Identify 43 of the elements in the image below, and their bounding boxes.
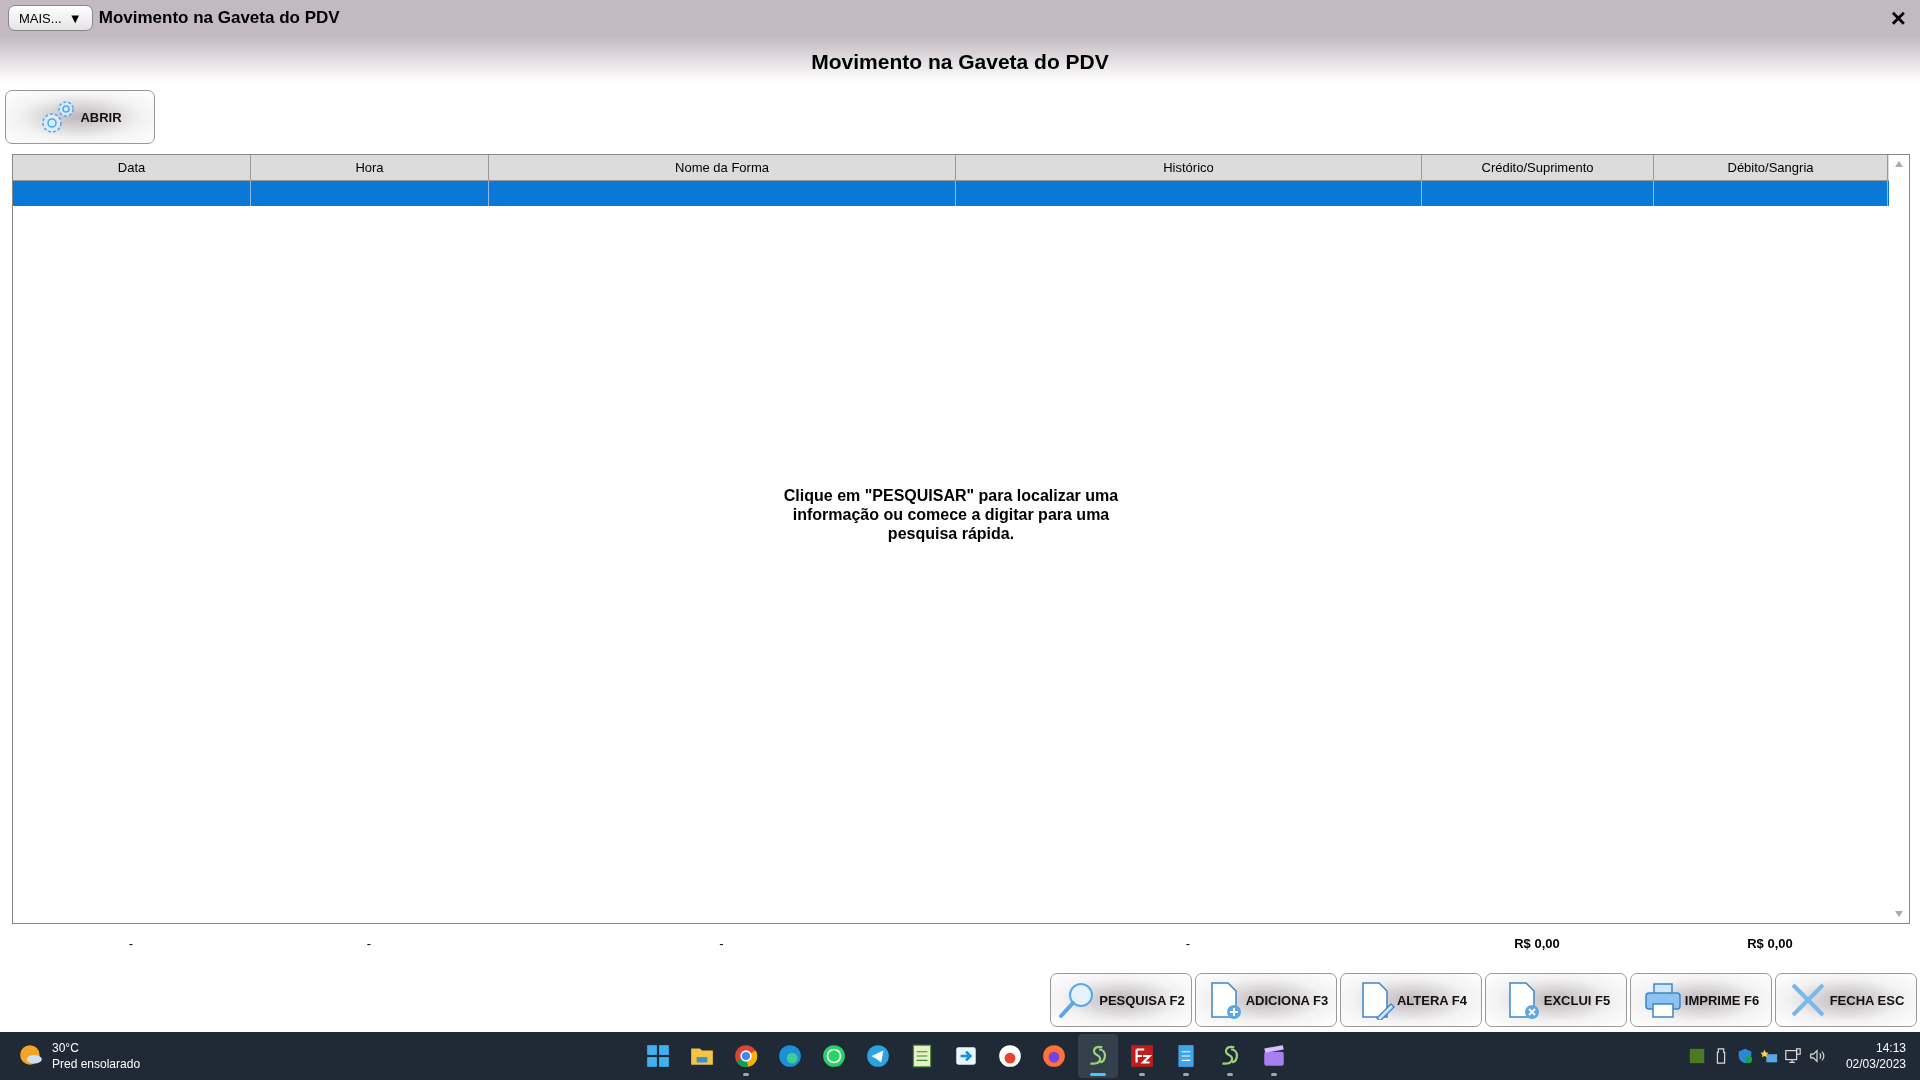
star-window-icon[interactable] (1759, 1047, 1778, 1065)
action-button[interactable]: FECHA ESC (1775, 973, 1917, 1027)
speaker-icon[interactable] (1807, 1047, 1826, 1065)
action-button[interactable]: ALTERA F4 (1340, 973, 1482, 1027)
clock-date[interactable]: 02/03/2023 (1845, 1056, 1906, 1072)
column-header[interactable]: Nome da Forma (489, 155, 956, 180)
app-icon (733, 1043, 759, 1069)
app-icon (1129, 1043, 1155, 1069)
taskbar-app[interactable] (1078, 1034, 1118, 1078)
column-header[interactable]: Histórico (956, 155, 1422, 180)
action-button[interactable]: EXCLUI F5 (1485, 973, 1627, 1027)
page-title: Movimento na Gaveta do PDV (811, 50, 1109, 74)
column-header[interactable]: Data (13, 155, 251, 180)
network-icon[interactable] (1783, 1047, 1802, 1065)
total-value: - (366, 936, 372, 953)
app-tray-icon[interactable] (1687, 1047, 1706, 1065)
close-button[interactable]: × (1884, 5, 1912, 31)
app-icon (777, 1043, 803, 1069)
action-button[interactable]: PESQUISA F2 (1050, 973, 1192, 1027)
clock-time[interactable]: 14:13 (1875, 1040, 1906, 1056)
printer-icon (1642, 980, 1683, 1020)
total-value: - (719, 936, 724, 953)
temperature: 30°C (52, 1040, 80, 1056)
weather-condition: Pred ensolarado (52, 1056, 141, 1072)
window-title: Movimento na Gaveta do PDV (98, 8, 340, 28)
app-icon (997, 1043, 1023, 1069)
column-header[interactable]: Hora (251, 155, 489, 180)
app-icon (645, 1043, 671, 1069)
empty-message: Clique em "PESQUISAR" para localizar uma informação ou comece a digitar para uma pesquisa rápida. (782, 486, 1120, 543)
app-icon (1261, 1043, 1287, 1069)
more-menu-button[interactable]: MAIS... ▼ (8, 5, 93, 31)
action-button[interactable]: ADICIONA F3 (1195, 973, 1337, 1027)
app-icon (821, 1043, 847, 1069)
total-value: R$ 0,00 (1747, 936, 1793, 953)
total-value: R$ 0,00 (1514, 936, 1560, 953)
open-button[interactable]: ABRIR (5, 90, 155, 144)
column-header[interactable]: Débito/Sangria (1654, 155, 1888, 180)
total-value: - (1185, 936, 1191, 953)
action-button[interactable]: IMPRIME F6 (1630, 973, 1772, 1027)
app-icon (865, 1043, 891, 1069)
app-icon (1041, 1043, 1067, 1069)
total-value: - (128, 936, 134, 953)
column-header[interactable]: Crédito/Suprimento (1422, 155, 1654, 180)
